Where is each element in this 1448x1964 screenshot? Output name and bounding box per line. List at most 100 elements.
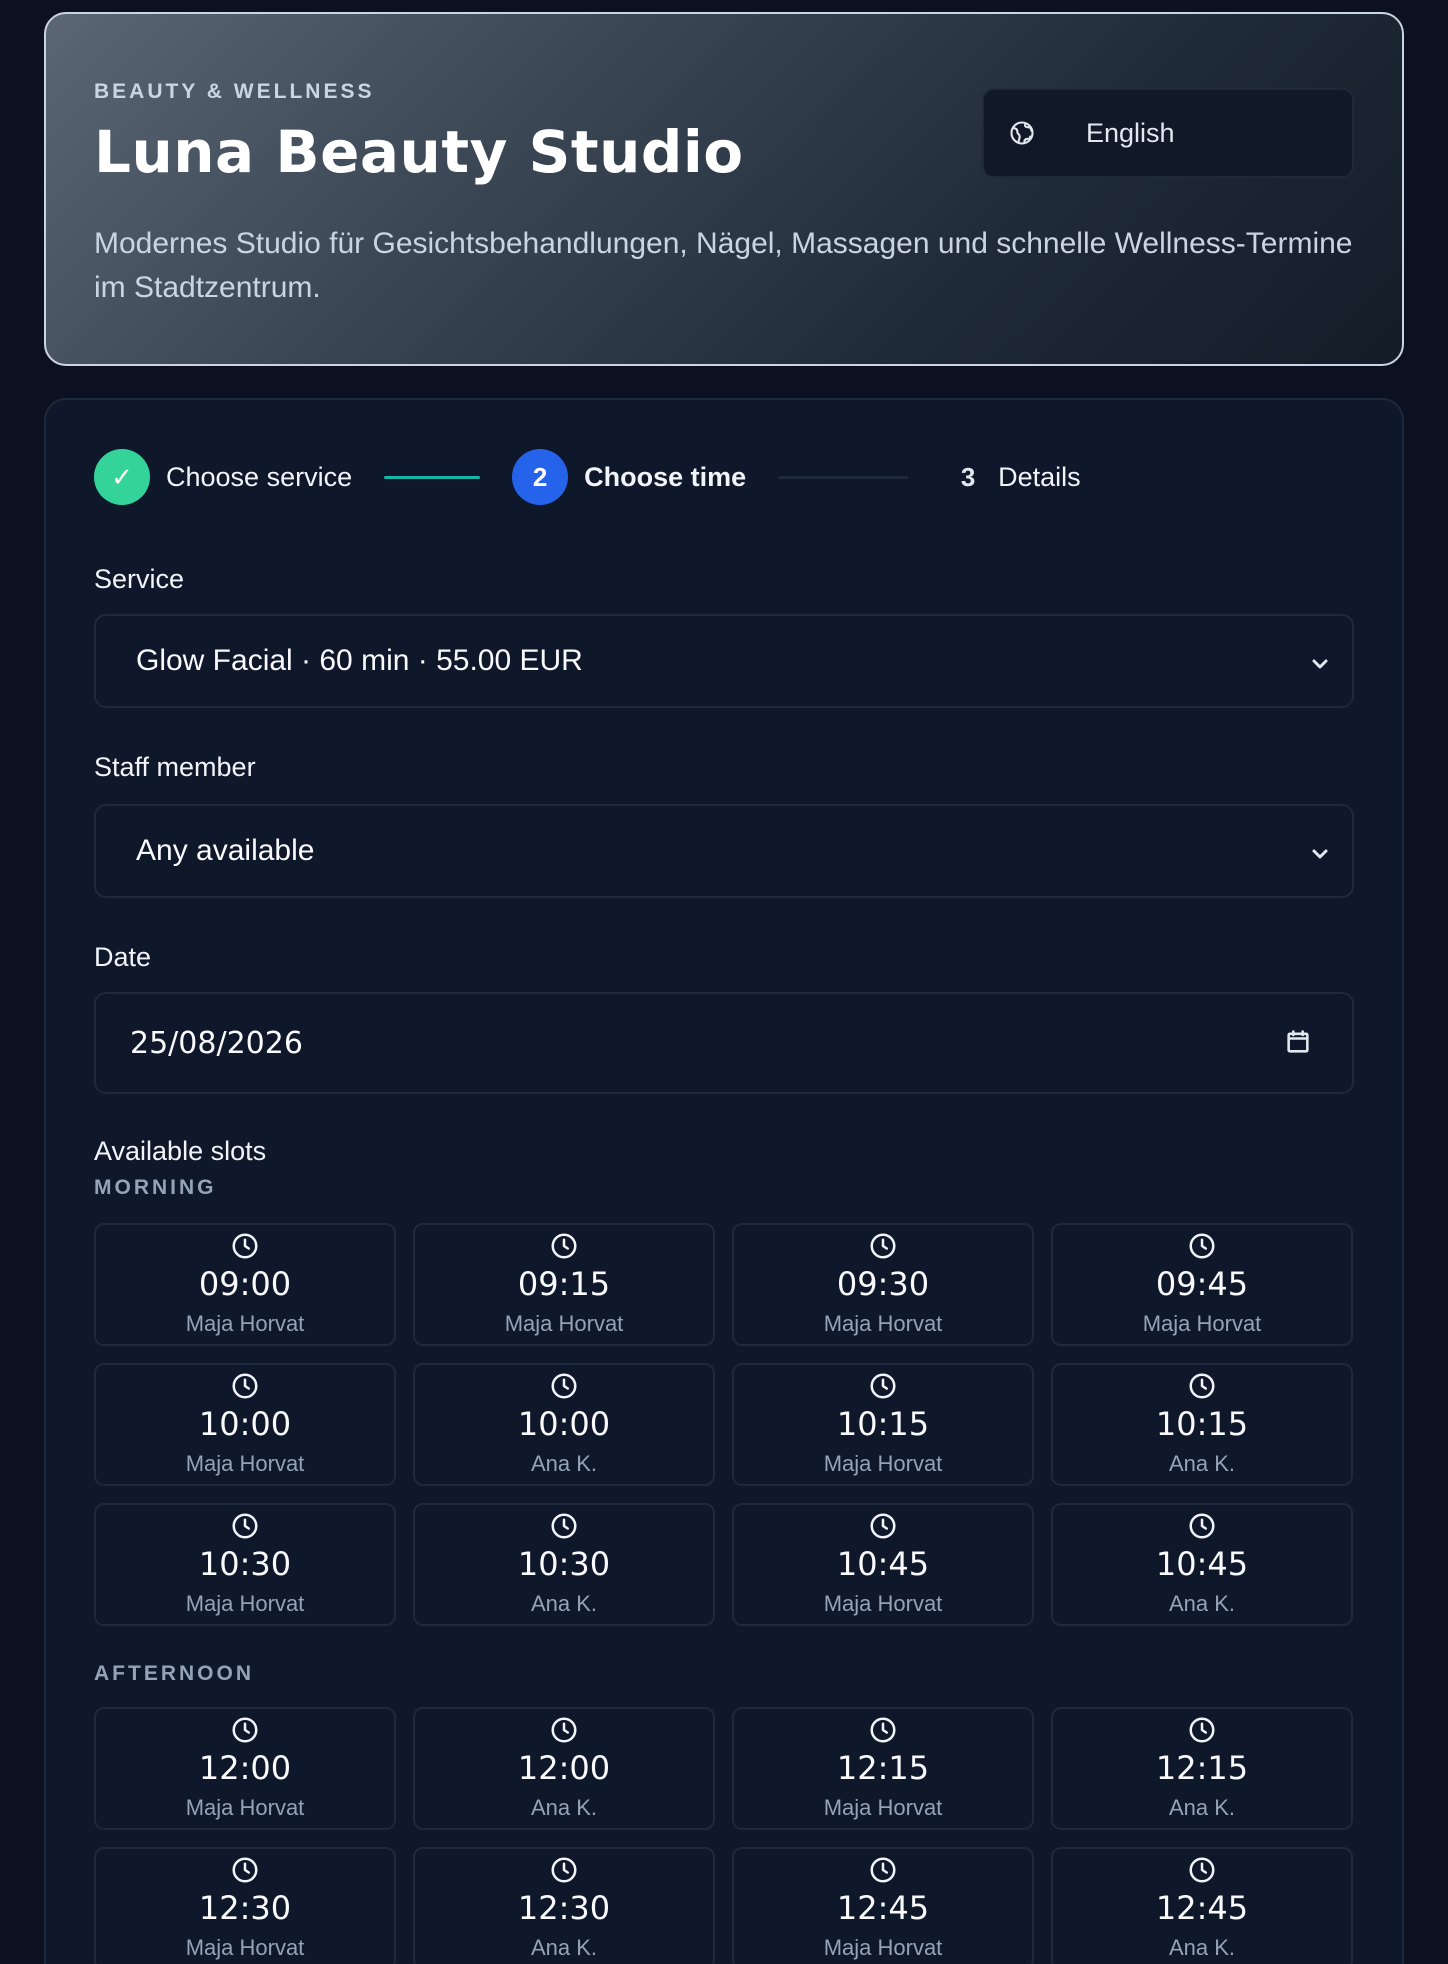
time-slot-button[interactable]: 09:00 Maja Horvat	[94, 1223, 396, 1346]
slot-time: 10:45	[1155, 1545, 1249, 1583]
date-input[interactable]: 25/08/2026	[94, 992, 1354, 1094]
slot-time: 09:15	[517, 1265, 611, 1303]
time-slot-button[interactable]: 10:45 Ana K.	[1051, 1503, 1353, 1626]
slot-time: 10:00	[198, 1405, 292, 1443]
clock-icon	[868, 1511, 898, 1541]
clock-icon	[868, 1855, 898, 1885]
slot-time: 12:00	[198, 1749, 292, 1787]
slot-staff: Maja Horvat	[823, 1935, 943, 1960]
time-slot-button[interactable]: 12:15 Maja Horvat	[732, 1707, 1034, 1830]
service-select[interactable]: Glow Facial · 60 min · 55.00 EUR	[94, 614, 1354, 708]
slot-staff: Ana K.	[530, 1795, 598, 1820]
slot-time: 12:15	[1155, 1749, 1249, 1787]
slot-time: 12:30	[198, 1889, 292, 1927]
step-connector-2	[778, 475, 909, 479]
slot-staff: Ana K.	[530, 1935, 598, 1960]
slot-staff: Maja Horvat	[823, 1591, 943, 1616]
slot-staff: Maja Horvat	[185, 1591, 305, 1616]
language-label: English	[1086, 117, 1175, 148]
slot-time: 09:45	[1155, 1265, 1249, 1303]
slot-staff: Maja Horvat	[185, 1451, 305, 1476]
slot-staff: Ana K.	[1168, 1935, 1236, 1960]
time-slot-button[interactable]: 12:30 Maja Horvat	[94, 1847, 396, 1964]
slot-staff: Maja Horvat	[185, 1935, 305, 1960]
time-slot-button[interactable]: 12:00 Maja Horvat	[94, 1707, 396, 1830]
time-slot-button[interactable]: 10:30 Ana K.	[413, 1503, 715, 1626]
slot-time: 12:45	[836, 1889, 930, 1927]
clock-icon	[868, 1231, 898, 1261]
time-slot-button[interactable]: 10:30 Maja Horvat	[94, 1503, 396, 1626]
time-slot-button[interactable]: 09:15 Maja Horvat	[413, 1223, 715, 1346]
time-slot-button[interactable]: 09:45 Maja Horvat	[1051, 1223, 1353, 1346]
booking-card: ✓ Choose service 2 Choose time 3 Details…	[44, 398, 1404, 1964]
service-label: Service	[94, 564, 185, 594]
slot-time: 10:30	[198, 1545, 292, 1583]
step-3-label: Details	[998, 461, 1081, 492]
clock-icon	[1187, 1855, 1217, 1885]
slot-time: 09:30	[836, 1265, 930, 1303]
slot-time: 10:30	[517, 1545, 611, 1583]
clock-icon	[549, 1371, 579, 1401]
slot-staff: Maja Horvat	[823, 1795, 943, 1820]
time-slot-button[interactable]: 12:45 Maja Horvat	[732, 1847, 1034, 1964]
time-slot-button[interactable]: 12:00 Ana K.	[413, 1707, 715, 1830]
booking-stepper: ✓ Choose service 2 Choose time 3 Details	[94, 448, 1081, 506]
slot-time: 12:45	[1155, 1889, 1249, 1927]
slot-staff: Ana K.	[1168, 1451, 1236, 1476]
morning-section-label: MORNING	[94, 1176, 217, 1199]
service-value: Glow Facial · 60 min · 55.00 EUR	[136, 644, 583, 677]
clock-icon	[549, 1855, 579, 1885]
clock-icon	[1187, 1231, 1217, 1261]
slot-staff: Maja Horvat	[504, 1311, 624, 1336]
date-value: 25/08/2026	[130, 1025, 303, 1061]
slot-staff: Maja Horvat	[185, 1311, 305, 1336]
slot-time: 10:15	[1155, 1405, 1249, 1443]
time-slot-button[interactable]: 12:45 Ana K.	[1051, 1847, 1353, 1964]
slot-staff: Maja Horvat	[823, 1451, 943, 1476]
staff-value: Any available	[136, 834, 315, 867]
chevron-down-icon	[1308, 840, 1332, 864]
clock-icon	[230, 1511, 260, 1541]
slot-staff: Maja Horvat	[185, 1795, 305, 1820]
time-slot-button[interactable]: 10:15 Maja Horvat	[732, 1363, 1034, 1486]
slot-staff: Ana K.	[530, 1451, 598, 1476]
slot-staff: Maja Horvat	[823, 1311, 943, 1336]
slot-staff: Ana K.	[530, 1591, 598, 1616]
calendar-icon[interactable]	[1284, 1028, 1312, 1056]
afternoon-section-label: AFTERNOON	[94, 1662, 254, 1685]
time-slot-button[interactable]: 10:00 Maja Horvat	[94, 1363, 396, 1486]
clock-icon	[549, 1511, 579, 1541]
clock-icon	[1187, 1511, 1217, 1541]
time-slot-button[interactable]: 10:45 Maja Horvat	[732, 1503, 1034, 1626]
slot-time: 12:15	[836, 1749, 930, 1787]
clock-icon	[868, 1715, 898, 1745]
step-1-label[interactable]: Choose service	[166, 462, 352, 493]
time-slot-button[interactable]: 10:15 Ana K.	[1051, 1363, 1353, 1486]
morning-slot-grid: 09:00 Maja Horvat 09:15 Maja Horvat 09:3…	[94, 1223, 1354, 1626]
time-slot-button[interactable]: 10:00 Ana K.	[413, 1363, 715, 1486]
available-slots-title: Available slots	[94, 1136, 267, 1166]
language-selector[interactable]: English	[982, 88, 1354, 178]
time-slot-button[interactable]: 12:30 Ana K.	[413, 1847, 715, 1964]
clock-icon	[230, 1371, 260, 1401]
slot-time: 12:30	[517, 1889, 611, 1927]
clock-icon	[230, 1231, 260, 1261]
slot-staff: Ana K.	[1168, 1795, 1236, 1820]
slot-time: 12:00	[517, 1749, 611, 1787]
staff-select[interactable]: Any available	[94, 804, 1354, 898]
slot-time: 09:00	[198, 1265, 292, 1303]
slot-time: 10:45	[836, 1545, 930, 1583]
afternoon-slot-grid: 12:00 Maja Horvat 12:00 Ana K. 12:15 Maj…	[94, 1707, 1354, 1964]
time-slot-button[interactable]: 12:15 Ana K.	[1051, 1707, 1353, 1830]
chevron-down-icon	[1308, 650, 1332, 674]
slot-time: 10:15	[836, 1405, 930, 1443]
studio-header: BEAUTY & WELLNESS Luna Beauty Studio Mod…	[44, 12, 1404, 366]
globe-icon	[1008, 119, 1036, 147]
slot-staff: Maja Horvat	[1142, 1311, 1262, 1336]
studio-description: Modernes Studio für Gesichtsbehandlungen…	[94, 227, 1353, 304]
clock-icon	[230, 1855, 260, 1885]
time-slot-button[interactable]: 09:30 Maja Horvat	[732, 1223, 1034, 1346]
clock-icon	[230, 1715, 260, 1745]
step-1-check-icon: ✓	[94, 449, 150, 505]
date-label: Date	[94, 942, 152, 972]
